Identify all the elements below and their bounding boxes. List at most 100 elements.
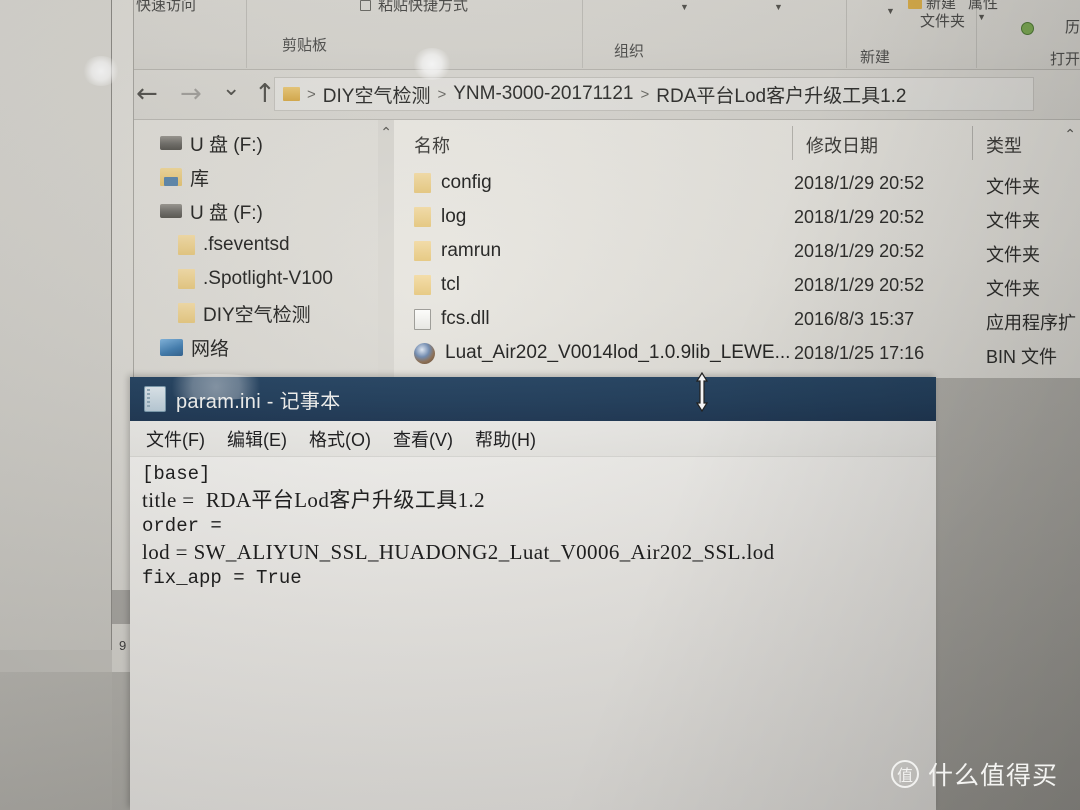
address-breadcrumb-bar[interactable]: > DIY空气检测 > YNM-3000-20171121 > RDA平台Lod…: [274, 77, 1034, 111]
sidebar-item-library[interactable]: 库: [134, 160, 394, 194]
paste-shortcut-button[interactable]: 粘贴快捷方式: [378, 0, 468, 15]
ribbon-group-clipboard: 剪贴板: [282, 37, 328, 54]
menu-item-format[interactable]: 格式(O): [309, 426, 371, 452]
sidebar-item-label: 网络: [191, 338, 230, 360]
sidebar-item-network[interactable]: 网络: [134, 330, 394, 364]
file-name-cell[interactable]: ramrun: [414, 240, 501, 262]
folder-icon: [283, 87, 300, 101]
ribbon-divider: [246, 0, 247, 68]
screen-photo: 9 快速访问 粘贴快捷方式 ▼ ▼ ▼ 新建 文件夹 属性 ▼ 历 剪贴板 组织…: [0, 0, 1080, 810]
menu-item-edit[interactable]: 编辑(E): [227, 426, 287, 452]
up-icon[interactable]: ↑: [254, 81, 276, 107]
history-icon: [1021, 22, 1034, 35]
folder-icon: [178, 269, 195, 289]
sidebar-item-label: .Spotlight-V100: [203, 268, 333, 289]
file-modified-cell: 2018/1/29 20:52: [794, 173, 925, 193]
notepad-title: param.ini - 记事本: [176, 390, 341, 413]
breadcrumb-separator: >: [437, 85, 447, 103]
notepad-title-bar[interactable]: param.ini - 记事本: [130, 377, 936, 421]
sidebar-item-udisk-2[interactable]: U 盘 (F:): [134, 194, 394, 228]
breadcrumb-item-0[interactable]: DIY空气检测: [323, 81, 431, 108]
table-row[interactable]: fcs.dll 2016/8/3 15:37 应用程序扩: [394, 304, 1080, 338]
file-name-cell[interactable]: tcl: [414, 274, 460, 296]
breadcrumb-separator: >: [307, 85, 316, 103]
file-modified-cell: 2018/1/29 20:52: [794, 275, 925, 295]
file-explorer-window: 快速访问 粘贴快捷方式 ▼ ▼ ▼ 新建 文件夹 属性 ▼ 历 剪贴板 组织 新…: [134, 0, 1080, 378]
file-type-cell: 应用程序扩: [986, 313, 1076, 333]
column-header-name[interactable]: 名称: [414, 132, 450, 158]
column-header-modified[interactable]: 修改日期: [806, 132, 878, 158]
paste-shortcut-icon: [360, 0, 371, 11]
recent-locations-icon[interactable]: ⌄: [222, 76, 240, 102]
table-row[interactable]: Luat_Air202_V0014lod_1.0.9lib_LEWE... 20…: [394, 338, 1080, 372]
dll-file-icon: [414, 308, 431, 330]
breadcrumb-item-2[interactable]: RDA平台Lod客户升级工具1.2: [656, 81, 906, 108]
column-divider[interactable]: [972, 126, 973, 160]
notepad-window: param.ini - 记事本 文件(F) 编辑(E) 格式(O) 查看(V) …: [130, 377, 936, 810]
text-line-0: [base]: [142, 463, 211, 485]
table-row[interactable]: tcl 2018/1/29 20:52 文件夹: [394, 270, 1080, 304]
file-modified-cell: 2018/1/25 17:16: [794, 343, 925, 363]
sidebar-item-label: .fseventsd: [203, 234, 290, 255]
file-name-label: ramrun: [441, 240, 502, 261]
bin-file-icon: [414, 342, 435, 364]
watermark-logo: 值: [890, 760, 919, 788]
chevron-down-icon[interactable]: ▼: [680, 2, 689, 12]
watermark: 值 什么值得买: [890, 756, 1058, 792]
menu-item-view[interactable]: 查看(V): [393, 426, 453, 452]
quick-access-button[interactable]: 快速访问: [136, 0, 196, 15]
file-modified-cell: 2018/1/29 20:52: [794, 207, 925, 227]
sidebar-item-spotlight[interactable]: .Spotlight-V100: [134, 262, 394, 296]
chevron-up-icon[interactable]: ⌃: [1064, 126, 1076, 143]
ribbon-group-new: 新建: [860, 49, 891, 66]
breadcrumb-item-1[interactable]: YNM-3000-20171121: [453, 83, 633, 105]
sidebar-item-label: U 盘 (F:): [190, 202, 263, 224]
chevron-down-icon[interactable]: ▼: [886, 6, 895, 16]
folder-icon: [414, 173, 431, 193]
file-name-label: Luat_Air202_V0014lod_1.0.9lib_LEWE...: [445, 342, 791, 363]
desktop-left-region: [0, 0, 112, 672]
sidebar-item-diy-air[interactable]: DIY空气检测: [134, 296, 394, 330]
file-list-pane: 名称 修改日期 类型 ⌃ config 2018/1/29 20:52 文件夹: [394, 120, 1080, 378]
chevron-down-icon[interactable]: ▼: [977, 12, 986, 22]
file-type-cell: 文件夹: [986, 245, 1040, 265]
file-name-cell[interactable]: config: [414, 172, 492, 194]
file-list-header: 名称 修改日期 类型 ⌃: [394, 120, 1080, 168]
folder-icon: [178, 303, 195, 323]
new-folder-button-line2[interactable]: 文件夹: [920, 10, 965, 31]
desktop-bottom-region: [0, 672, 112, 810]
sidebar-item-fseventsd[interactable]: .fseventsd: [134, 228, 394, 262]
file-name-cell[interactable]: log: [414, 206, 466, 228]
drive-icon: [160, 136, 182, 150]
chevron-down-icon[interactable]: ▼: [774, 2, 783, 12]
vertical-resize-cursor: [695, 372, 709, 412]
notepad-text-area[interactable]: [base] title = RDA平台Lod客户升级工具1.2 order =…: [130, 457, 936, 810]
desktop-divider-strip: [0, 650, 112, 672]
history-button[interactable]: 历: [1065, 16, 1080, 37]
back-icon[interactable]: ←: [136, 81, 158, 107]
file-name-cell[interactable]: Luat_Air202_V0014lod_1.0.9lib_LEWE...: [414, 342, 790, 364]
file-type-cell: 文件夹: [986, 211, 1040, 231]
notepad-menu-bar: 文件(F) 编辑(E) 格式(O) 查看(V) 帮助(H): [130, 421, 936, 457]
watermark-text: 什么值得买: [927, 762, 1058, 790]
file-name-cell[interactable]: fcs.dll: [414, 308, 490, 330]
chevron-up-icon[interactable]: ⌃: [380, 124, 392, 141]
menu-item-file[interactable]: 文件(F): [146, 426, 205, 452]
table-row[interactable]: config 2018/1/29 20:52 文件夹: [394, 168, 1080, 202]
file-modified-cell: 2018/1/29 20:52: [794, 241, 925, 261]
table-row[interactable]: log 2018/1/29 20:52 文件夹: [394, 202, 1080, 236]
drive-icon: [160, 204, 182, 218]
file-modified-cell: 2016/8/3 15:37: [794, 309, 915, 329]
sidebar-item-label: U 盘 (F:): [190, 134, 263, 156]
navigation-pane-scrollbar[interactable]: ⌃: [378, 120, 394, 378]
column-header-type[interactable]: 类型: [986, 132, 1022, 158]
file-name-label: config: [441, 172, 492, 193]
forward-icon[interactable]: →: [180, 81, 202, 107]
network-icon: [160, 338, 183, 356]
sidebar-item-udisk-1[interactable]: U 盘 (F:): [134, 126, 394, 160]
background-window-text: 9: [119, 638, 127, 653]
menu-item-help[interactable]: 帮助(H): [475, 426, 536, 452]
ribbon-toolbar: 快速访问 粘贴快捷方式 ▼ ▼ ▼ 新建 文件夹 属性 ▼ 历 剪贴板 组织 新…: [134, 0, 1080, 70]
column-divider[interactable]: [792, 126, 793, 160]
table-row[interactable]: ramrun 2018/1/29 20:52 文件夹: [394, 236, 1080, 270]
